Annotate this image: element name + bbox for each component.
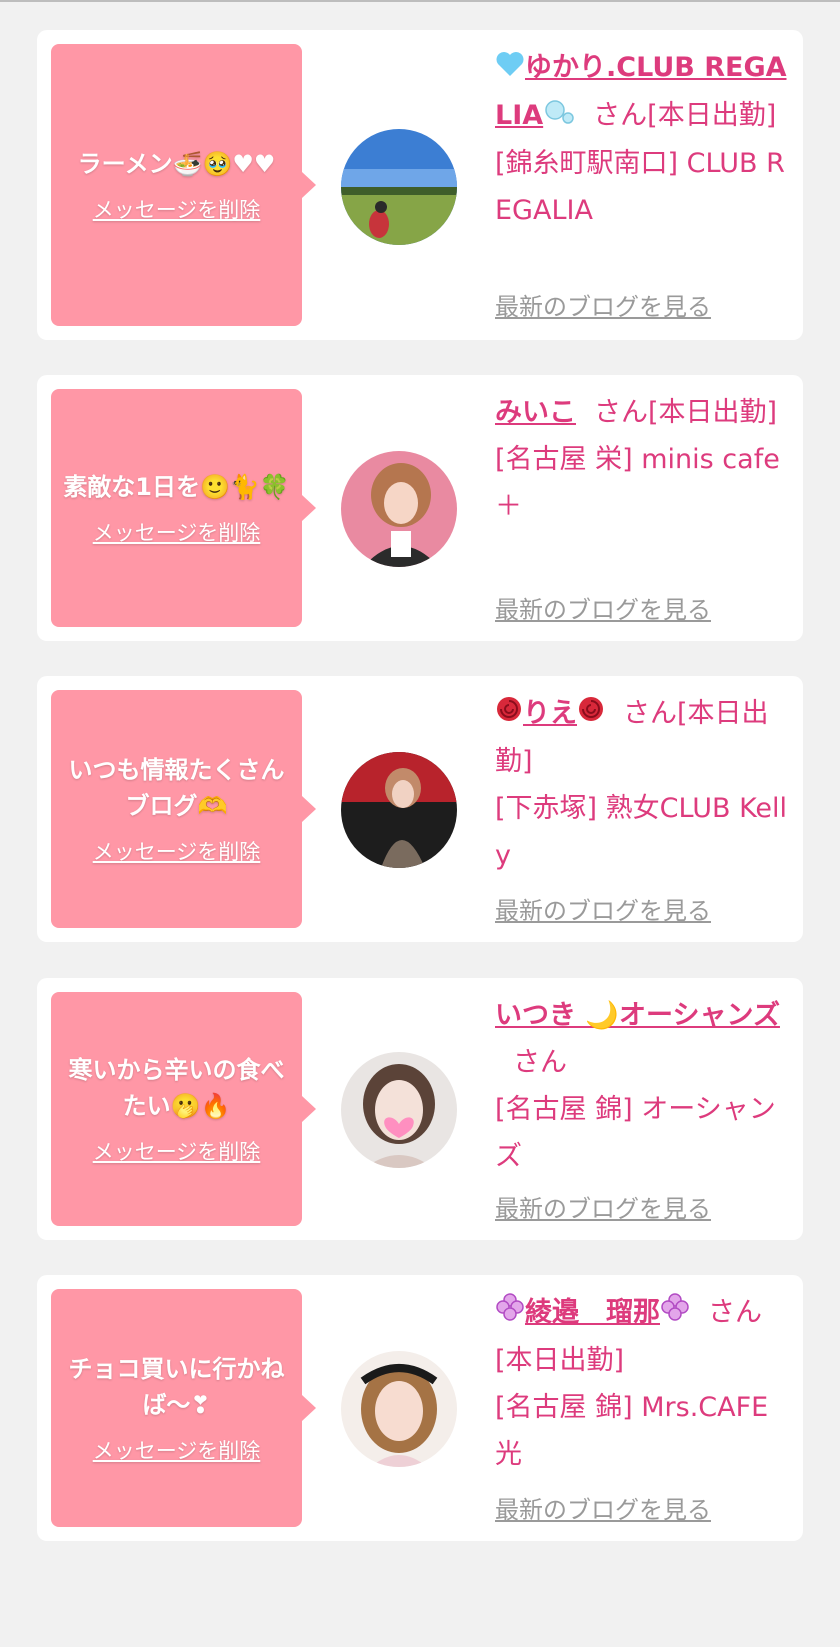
- delete-message-link[interactable]: メッセージを削除: [93, 1435, 261, 1465]
- rose-icon: [577, 691, 605, 738]
- message-bubble: ラーメン🍜🥹♥♥ メッセージを削除: [51, 44, 316, 326]
- honorific-label: さん: [593, 100, 648, 131]
- honorific-label: さん: [623, 698, 677, 729]
- shop-name: [下赤塚] 熟女CLUB Kelly: [495, 793, 788, 871]
- attendance-status: [本日出勤]: [648, 397, 778, 428]
- avatar[interactable]: [341, 451, 457, 567]
- purple-clover-icon: [660, 1290, 690, 1337]
- shop-name: [錦糸町駅南口] CLUB REGALIA: [495, 148, 785, 226]
- message-bubble: 寒いから辛いの食べたい🫢🔥 メッセージを削除: [51, 992, 316, 1226]
- message-text: 寒いから辛いの食べたい🫢🔥: [68, 1056, 285, 1120]
- avatar[interactable]: [341, 129, 457, 245]
- latest-blog-link[interactable]: 最新のブログを見る: [495, 1189, 711, 1224]
- honorific-label: さん: [708, 1297, 762, 1328]
- list-item: 素敵な1日を🙂🐈🍀 メッセージを削除 みいこ さん[本日出勤] [名古屋 栄] m…: [37, 375, 803, 641]
- delete-message-link[interactable]: メッセージを削除: [93, 194, 261, 224]
- delete-message-link[interactable]: メッセージを削除: [93, 517, 261, 547]
- latest-blog-link[interactable]: 最新のブログを見る: [495, 891, 711, 926]
- message-text: 素敵な1日を🙂🐈🍀: [63, 473, 290, 501]
- message-text: いつも情報たくさんブログ🫶: [68, 756, 285, 820]
- cast-info: 綾邉 瑠那 さん [本日出勤] [名古屋 錦] Mrs.CAFE 光: [495, 1289, 791, 1478]
- shop-name: [名古屋 栄] minis cafe ＋: [495, 444, 780, 522]
- avatar[interactable]: [341, 1052, 457, 1168]
- honorific-label: さん: [513, 1047, 567, 1078]
- cast-name-link[interactable]: みいこ: [495, 397, 576, 428]
- cast-name-link[interactable]: いつき 🌙オーシャンズ: [495, 1000, 780, 1031]
- avatar[interactable]: [341, 1351, 457, 1467]
- blue-heart-icon: [495, 45, 525, 92]
- latest-blog-link[interactable]: 最新のブログを見る: [495, 1490, 711, 1525]
- message-text: チョコ買いに行かねば〜❣: [68, 1355, 285, 1419]
- avatar[interactable]: [341, 752, 457, 868]
- attendance-status: [本日出勤]: [647, 100, 777, 131]
- bubbles-icon: [543, 93, 575, 140]
- attendance-status: [本日出勤]: [495, 1345, 625, 1376]
- cast-info: いつき 🌙オーシャンズさん [名古屋 錦] オーシャンズ: [495, 992, 791, 1180]
- delete-message-link[interactable]: メッセージを削除: [93, 836, 261, 866]
- top-divider: [0, 0, 840, 2]
- message-bubble: チョコ買いに行かねば〜❣ メッセージを削除: [51, 1289, 316, 1527]
- cast-info: みいこ さん[本日出勤] [名古屋 栄] minis cafe ＋: [495, 389, 791, 530]
- list-item: ラーメン🍜🥹♥♥ メッセージを削除 ゆかり.CLUB REGALIA さん[本日出…: [37, 30, 803, 340]
- list-item: 寒いから辛いの食べたい🫢🔥 メッセージを削除 いつき 🌙オーシャンズさん [名古…: [37, 978, 803, 1240]
- cast-name-link[interactable]: 綾邉 瑠那: [495, 1293, 690, 1328]
- cast-info: りえ さん[本日出勤] [下赤塚] 熟女CLUB Kelly: [495, 690, 791, 879]
- rose-icon: [495, 691, 523, 738]
- latest-blog-link[interactable]: 最新のブログを見る: [495, 590, 711, 625]
- list-item: いつも情報たくさんブログ🫶 メッセージを削除 りえ さん[本日出勤] [下赤塚] …: [37, 676, 803, 942]
- cast-info: ゆかり.CLUB REGALIA さん[本日出勤] [錦糸町駅南口] CLUB R…: [495, 44, 791, 234]
- message-text: ラーメン🍜🥹♥♥: [77, 150, 276, 178]
- honorific-label: さん: [594, 397, 648, 428]
- shop-name: [名古屋 錦] Mrs.CAFE 光: [495, 1392, 769, 1470]
- list-item: チョコ買いに行かねば〜❣ メッセージを削除 綾邉 瑠那 さん [本日出勤] [名古屋…: [37, 1275, 803, 1541]
- delete-message-link[interactable]: メッセージを削除: [93, 1136, 261, 1166]
- message-bubble: いつも情報たくさんブログ🫶 メッセージを削除: [51, 690, 316, 928]
- latest-blog-link[interactable]: 最新のブログを見る: [495, 287, 711, 322]
- cast-name-link[interactable]: りえ: [495, 697, 605, 729]
- shop-name: [名古屋 錦] オーシャンズ: [495, 1094, 776, 1172]
- message-bubble: 素敵な1日を🙂🐈🍀 メッセージを削除: [51, 389, 316, 627]
- purple-clover-icon: [495, 1290, 525, 1337]
